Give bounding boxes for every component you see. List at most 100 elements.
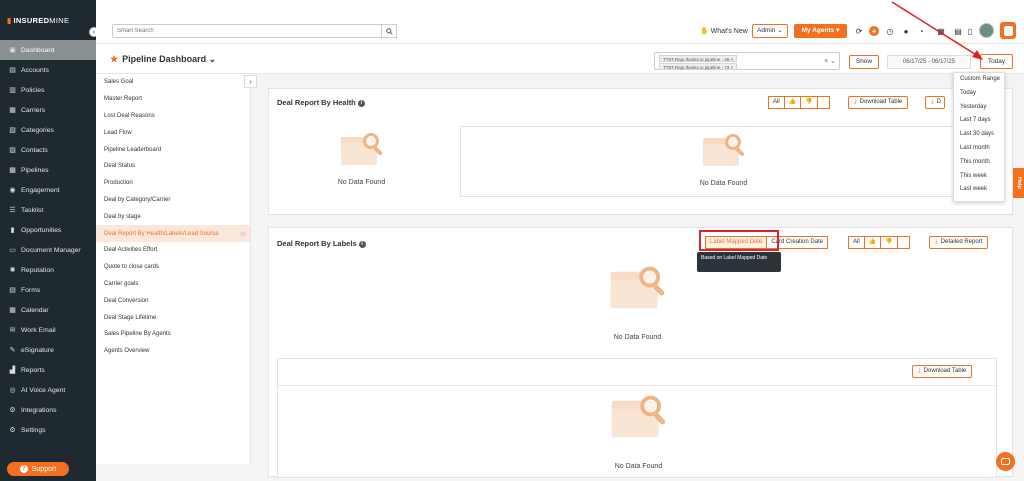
report-list-item-label: Sales Pipeline By Agents xyxy=(104,331,171,338)
admin-dropdown[interactable]: Admin ⌄ xyxy=(752,24,788,38)
sidebar-item-tasklist[interactable]: ☰ Tasklist xyxy=(0,200,96,220)
date-range-option[interactable]: Last 7 days xyxy=(954,114,1004,128)
sidebar-item-integrations[interactable]: ⚙ Integrations xyxy=(0,400,96,420)
show-button[interactable]: Show xyxy=(849,55,879,69)
sidebar-item-esignature[interactable]: ✎ eSignature xyxy=(0,340,96,360)
notification-bell-icon[interactable]: ● xyxy=(901,26,911,36)
refresh-icon[interactable]: ⟳ xyxy=(854,26,864,36)
history-icon[interactable]: ◷ xyxy=(885,26,895,36)
report-list-item[interactable]: Deal by stage xyxy=(96,208,250,225)
sidebar-item-policies[interactable]: ▥ Policies xyxy=(0,80,96,100)
sidebar-item-contacts[interactable]: ▨ Contacts xyxy=(0,140,96,160)
add-icon[interactable]: + xyxy=(869,26,879,36)
support-button[interactable]: ? Support xyxy=(7,462,69,476)
sidebar-item-opportunities[interactable]: ▮ Opportunities xyxy=(0,220,96,240)
favorite-star-icon[interactable]: ☆ xyxy=(240,230,246,238)
date-range-option[interactable]: This month xyxy=(954,156,1004,170)
chevron-right-icon[interactable]: › xyxy=(244,75,257,88)
sidebar-item-reports[interactable]: ▟ Reports xyxy=(0,360,96,380)
pipeline-chip[interactable]: TT87-Raju thanks.io pipeline - 46 × xyxy=(659,55,738,62)
carriers-icon: ▦ xyxy=(9,107,16,114)
report-list-item[interactable]: Pipeline Leaderboard xyxy=(96,141,250,158)
thumbs-up-icon[interactable]: 👍 xyxy=(783,96,802,109)
report-list-item[interactable]: Quote to close cards xyxy=(96,259,250,276)
download-table-button[interactable]: ⤓ Download Table xyxy=(912,365,973,378)
sidebar-item-categories[interactable]: ▧ Categories xyxy=(0,120,96,140)
report-list-item[interactable]: Agents Overview xyxy=(96,343,250,360)
sidebar-item-calendar[interactable]: ▦ Calendar xyxy=(0,300,96,320)
star-icon[interactable]: ★ xyxy=(110,54,118,64)
thumbs-up-icon[interactable]: 👍 xyxy=(863,236,882,249)
calendar-icon[interactable]: ▤ xyxy=(953,26,963,36)
whats-new-link[interactable]: ✋ What's New xyxy=(700,27,748,35)
page-title[interactable]: ★ Pipeline Dashboard ⌄ xyxy=(110,54,216,65)
report-list-item[interactable]: Sales Goal xyxy=(96,74,250,91)
sidebar-item-pipelines[interactable]: ▩ Pipelines xyxy=(0,160,96,180)
report-list-item[interactable]: Sales Pipeline By Agents xyxy=(96,326,250,343)
report-list-item[interactable]: Deal Report By Health/Labels/Lead Source… xyxy=(96,225,250,242)
sidebar-item-engagement[interactable]: ◉ Engagement xyxy=(0,180,96,200)
date-range-option[interactable]: Last month xyxy=(954,142,1004,156)
clear-select-icon[interactable]: × ⌄ xyxy=(824,57,836,65)
report-list-item[interactable]: Deal Activities Effort xyxy=(96,242,250,259)
tasklist-icon: ☰ xyxy=(9,207,16,214)
report-list-item[interactable]: Lost Deal Reasons xyxy=(96,108,250,125)
notes-button[interactable] xyxy=(1000,22,1016,39)
info-icon[interactable]: i xyxy=(357,99,365,107)
date-range-input[interactable]: 06/17/25 - 06/17/25 xyxy=(887,55,971,69)
sidebar-item-forms[interactable]: ▤ Forms xyxy=(0,280,96,300)
date-range-option[interactable]: Today xyxy=(954,87,1004,101)
neutral-icon[interactable]: ◌ xyxy=(896,236,911,249)
sidebar-item-accounts[interactable]: ▤ Accounts xyxy=(0,60,96,80)
date-range-option[interactable]: This week xyxy=(954,170,1004,184)
search-button[interactable] xyxy=(381,24,397,38)
report-list-item-label: Deal by stage xyxy=(104,213,141,220)
sidebar-item-carriers[interactable]: ▦ Carriers xyxy=(0,100,96,120)
search-input[interactable] xyxy=(112,24,396,38)
detailed-report-button[interactable]: ⤓ D xyxy=(925,96,945,109)
chat-button[interactable] xyxy=(996,452,1015,471)
report-list-item[interactable]: Deal by Category/Carrier xyxy=(96,192,250,209)
filter-all-button[interactable]: All xyxy=(848,236,865,249)
date-range-option[interactable]: Yesterday xyxy=(954,101,1004,115)
pipelines-icon: ▩ xyxy=(9,167,16,174)
neutral-icon[interactable]: ◌ xyxy=(816,96,831,109)
today-button[interactable]: Today xyxy=(980,54,1013,69)
app-logo[interactable]: ▮ INSURED MINE xyxy=(0,0,96,40)
thumbs-down-icon[interactable]: 👎 xyxy=(880,236,898,249)
report-list-item[interactable]: Deal Status xyxy=(96,158,250,175)
filter-all-button[interactable]: All xyxy=(768,96,785,109)
report-list-item[interactable]: Deal Stage Lifetime xyxy=(96,309,250,326)
info-icon[interactable]: i xyxy=(358,240,366,248)
sidebar-item-reputation[interactable]: ✺ Reputation xyxy=(0,260,96,280)
download-table-button[interactable]: ⤓ Download Table xyxy=(848,96,909,109)
my-agents-button[interactable]: My Agents ▾ xyxy=(794,24,847,38)
sidebar-item-settings[interactable]: ⚙ Settings xyxy=(0,420,96,440)
date-range-option[interactable]: Custom Range xyxy=(954,73,1004,87)
empty-folder-icon xyxy=(606,393,671,445)
thumbs-down-icon[interactable]: 👎 xyxy=(800,96,818,109)
report-list-item[interactable]: Lead Flow xyxy=(96,124,250,141)
report-list-item[interactable]: Master Report xyxy=(96,91,250,108)
sidebar-item-document-manager[interactable]: ▭ Document Manager xyxy=(0,240,96,260)
divider xyxy=(278,385,996,386)
hand-icon: ✋ xyxy=(700,28,709,35)
sidebar-item-ai-voice-agent[interactable]: ◎ AI Voice Agent xyxy=(0,380,96,400)
report-list-item[interactable]: Carrier goals xyxy=(96,276,250,293)
report-list-item[interactable]: Production xyxy=(96,175,250,192)
call-icon[interactable]: ◔ xyxy=(916,26,926,36)
grid-icon[interactable]: ▦ xyxy=(936,26,946,36)
sidebar-item-work-email[interactable]: ✉ Work Email xyxy=(0,320,96,340)
date-range-option[interactable]: Last 30 days xyxy=(954,128,1004,142)
remove-chip-icon[interactable]: × xyxy=(731,65,734,70)
help-tab[interactable]: Help xyxy=(1013,168,1024,198)
pipeline-chip[interactable]: TT87-Raju thanks.io pipeline - 73 × xyxy=(659,63,738,70)
mobile-icon[interactable]: ▯ xyxy=(965,26,975,36)
detailed-report-button[interactable]: ⤓ Detailed Report xyxy=(929,236,989,249)
date-range-option[interactable]: Last week xyxy=(954,183,1004,197)
pipeline-multiselect[interactable]: TT87-Raju thanks.io pipeline - 46 × TT87… xyxy=(654,52,840,70)
remove-chip-icon[interactable]: × xyxy=(731,57,734,62)
user-avatar[interactable] xyxy=(979,23,994,38)
sidebar-item-dashboard[interactable]: ▣ Dashboard xyxy=(0,40,96,60)
report-list-item[interactable]: Deal Conversion xyxy=(96,292,250,309)
